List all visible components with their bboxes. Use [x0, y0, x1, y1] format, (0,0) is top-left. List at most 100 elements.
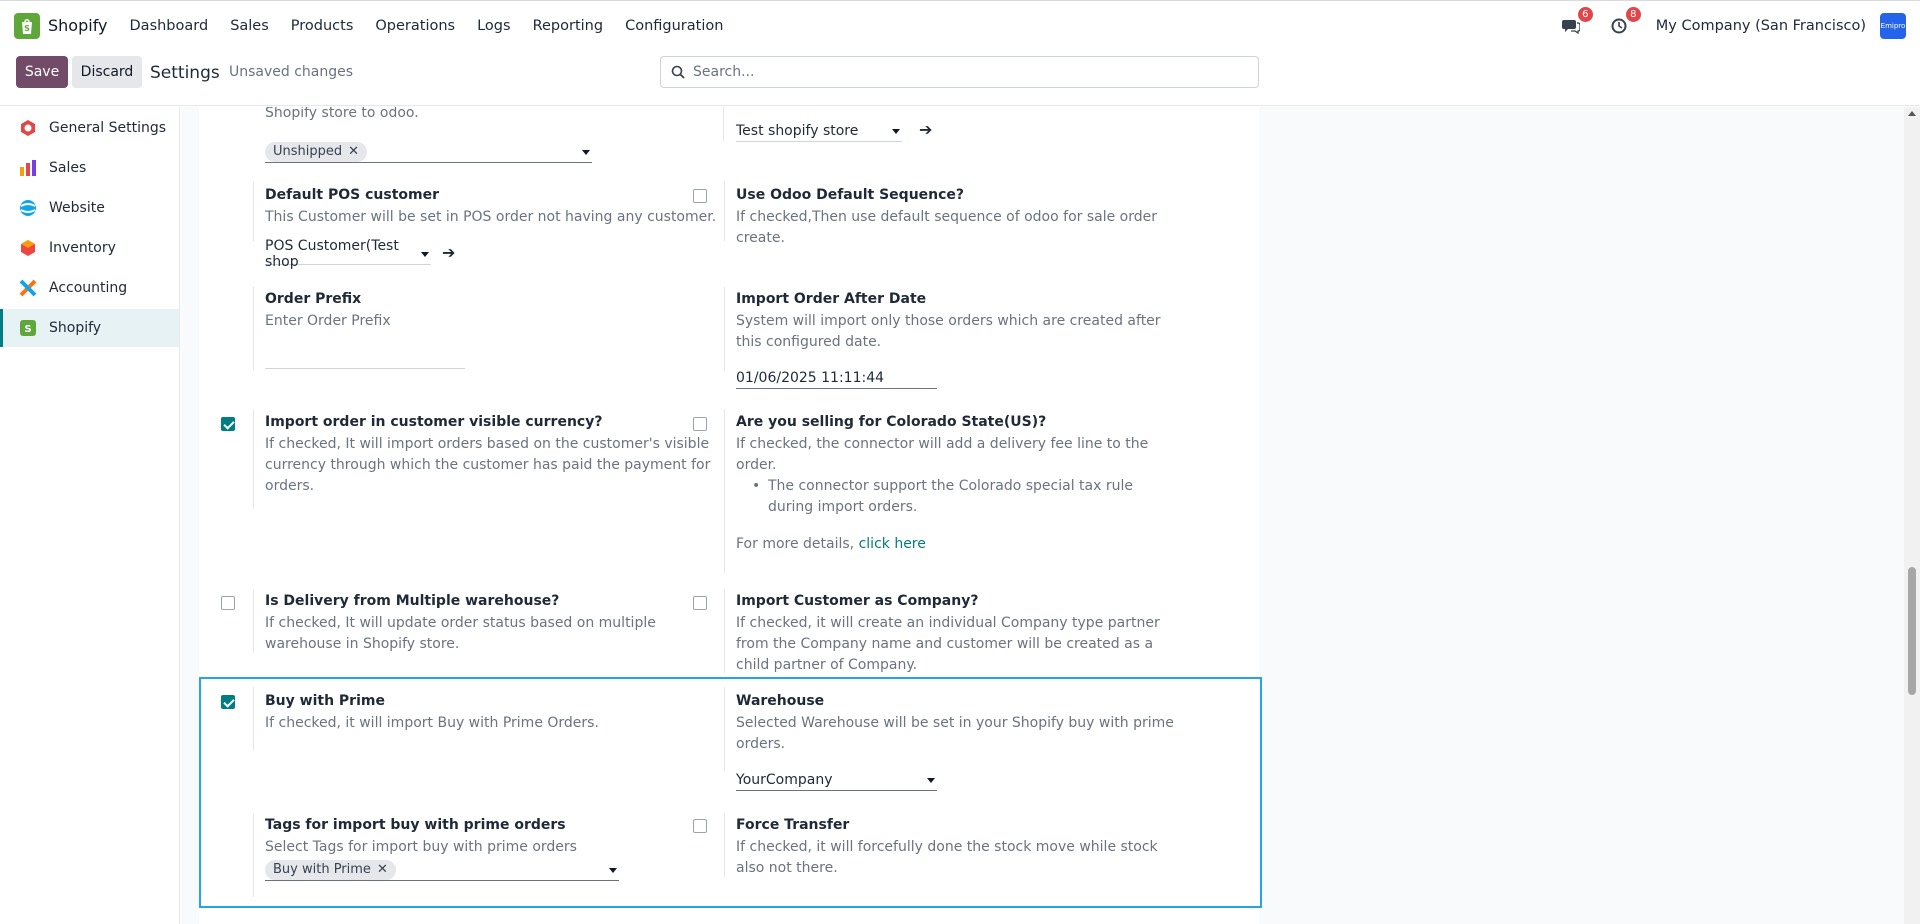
multi-warehouse-desc: warehouse in Shopify store.	[265, 636, 460, 652]
import-after-date-title: Import Order After Date	[736, 291, 927, 307]
click-here-link[interactable]: click here	[859, 536, 926, 552]
column-divider	[724, 813, 725, 877]
pos-customer-value: POS Customer(Test shop	[265, 237, 399, 270]
column-divider	[724, 687, 725, 771]
unsaved-indicator: Unsaved changes	[229, 64, 354, 80]
scrollbar[interactable]	[1904, 107, 1920, 924]
multi-warehouse-title: Is Delivery from Multiple warehouse?	[265, 593, 560, 609]
customer-company-checkbox[interactable]	[693, 596, 707, 610]
menu-operations[interactable]: Operations	[375, 18, 455, 34]
menu-products[interactable]: Products	[291, 18, 354, 34]
column-divider	[253, 287, 254, 371]
odoo-sequence-checkbox[interactable]	[693, 189, 707, 203]
colorado-bullet: The connector support the Colorado speci…	[768, 478, 1133, 494]
warehouse-select[interactable]: YourCompany	[736, 769, 937, 791]
chat-icon	[1561, 20, 1580, 34]
close-icon[interactable]: ✕	[377, 862, 388, 877]
odoo-sequence-desc: If checked,Then use default sequence of …	[736, 209, 1157, 225]
buy-with-prime-title: Buy with Prime	[265, 693, 385, 709]
pos-customer-title: Default POS customer	[265, 187, 440, 203]
sidebar-item-label: Accounting	[49, 280, 128, 296]
clock-icon	[1611, 18, 1627, 34]
company-switcher[interactable]: My Company (San Francisco)	[1656, 18, 1866, 34]
shopify-icon: S	[18, 318, 38, 338]
sidebar-item-general-settings[interactable]: General Settings	[0, 109, 179, 147]
menu-sales[interactable]: Sales	[230, 18, 269, 34]
sidebar-item-accounting[interactable]: Accounting	[0, 269, 179, 307]
import-after-date-input[interactable]: 01/06/2025 11:11:44	[736, 367, 937, 389]
unshipped-tag: Unshipped ✕	[265, 141, 368, 162]
discard-button[interactable]: Discard	[72, 56, 142, 88]
settings-panel: Shopify store to odoo. Unshipped ✕ Test sho…	[199, 107, 1262, 924]
column-divider	[253, 409, 254, 509]
sidebar-item-website[interactable]: Website	[0, 189, 179, 227]
messages-badge: 6	[1577, 7, 1593, 22]
colorado-title: Are you selling for Colorado State(US)?	[736, 414, 1047, 430]
prime-tags-field[interactable]: Buy with Prime ✕	[265, 859, 619, 881]
chevron-down-icon[interactable]	[421, 252, 429, 257]
force-transfer-desc: If checked, it will forcefully done the …	[736, 839, 1158, 855]
messages-button[interactable]: 6	[1560, 7, 1593, 37]
column-divider	[253, 589, 254, 653]
column-divider	[253, 181, 254, 241]
user-avatar[interactable]: Emipro	[1880, 13, 1906, 39]
sidebar-item-shopify[interactable]: S Shopify	[0, 309, 179, 347]
tag-label: Unshipped	[273, 144, 343, 159]
app-name[interactable]: Shopify	[48, 16, 108, 35]
warehouse-title: Warehouse	[736, 693, 825, 709]
sidebar-item-label: Shopify	[49, 320, 102, 336]
activities-badge: 8	[1625, 7, 1641, 22]
warehouse-value: YourCompany	[736, 771, 833, 788]
unshipped-field[interactable]: Unshipped ✕	[265, 141, 592, 163]
odoo-sequence-title: Use Odoo Default Sequence?	[736, 187, 965, 203]
sidebar-item-sales[interactable]: Sales	[0, 149, 179, 187]
multi-warehouse-checkbox[interactable]	[221, 596, 235, 610]
pos-customer-field[interactable]: POS Customer(Test shop	[265, 238, 431, 270]
prime-tags-title: Tags for import buy with prime orders	[265, 817, 566, 833]
search-icon	[671, 65, 685, 79]
store-field[interactable]: Test shopify store	[736, 120, 902, 142]
svg-text:S: S	[24, 324, 31, 335]
sidebar-item-label: General Settings	[49, 120, 167, 136]
scroll-up-arrow[interactable]	[1908, 111, 1916, 116]
page-title: Settings	[150, 63, 220, 83]
buy-with-prime-tag: Buy with Prime ✕	[265, 859, 396, 880]
column-divider	[724, 589, 725, 673]
menu-configuration[interactable]: Configuration	[625, 18, 723, 34]
sidebar-item-inventory[interactable]: Inventory	[0, 229, 179, 267]
arrow-right-icon[interactable]: ➔	[919, 120, 932, 139]
scroll-thumb[interactable]	[1908, 567, 1916, 695]
customer-company-desc: from the Company name and customer will …	[736, 636, 1154, 652]
chevron-down-icon[interactable]	[582, 150, 590, 155]
close-icon[interactable]: ✕	[348, 144, 359, 159]
svg-text:S: S	[24, 24, 30, 33]
sales-icon	[18, 158, 38, 178]
search-placeholder: Search...	[693, 64, 755, 80]
force-transfer-checkbox[interactable]	[693, 819, 707, 833]
chevron-down-icon[interactable]	[927, 778, 935, 783]
force-transfer-desc: also not there.	[736, 860, 838, 876]
save-button[interactable]: Save	[16, 56, 68, 88]
website-icon	[18, 198, 38, 218]
settings-sidebar: General Settings Sales Website Inventory Acc…	[0, 107, 180, 924]
menu-reporting[interactable]: Reporting	[533, 18, 604, 34]
visible-currency-checkbox[interactable]	[221, 417, 235, 431]
search-input[interactable]: Search...	[660, 56, 1259, 88]
column-divider	[253, 813, 254, 897]
chevron-down-icon[interactable]	[892, 129, 900, 134]
menu-logs[interactable]: Logs	[477, 18, 510, 34]
shopify-app-icon[interactable]: S	[14, 12, 40, 39]
colorado-checkbox[interactable]	[693, 417, 707, 431]
top-navbar: S Shopify Dashboard Sales Products Opera…	[0, 0, 1920, 50]
chevron-down-icon[interactable]	[609, 868, 617, 873]
arrow-right-icon[interactable]: ➔	[442, 243, 455, 262]
top-description: Shopify store to odoo.	[265, 107, 419, 121]
buy-with-prime-checkbox[interactable]	[221, 695, 235, 709]
menu-dashboard[interactable]: Dashboard	[130, 18, 209, 34]
visible-currency-desc: currency through which the customer has …	[265, 457, 711, 473]
order-prefix-input[interactable]	[265, 347, 465, 369]
activities-button[interactable]: 8	[1608, 7, 1641, 37]
import-after-date-desc: System will import only those orders whi…	[736, 313, 1161, 329]
control-panel: Save Discard Settings Unsaved changes Se…	[0, 50, 1920, 106]
colorado-bullet: during import orders.	[768, 499, 918, 515]
